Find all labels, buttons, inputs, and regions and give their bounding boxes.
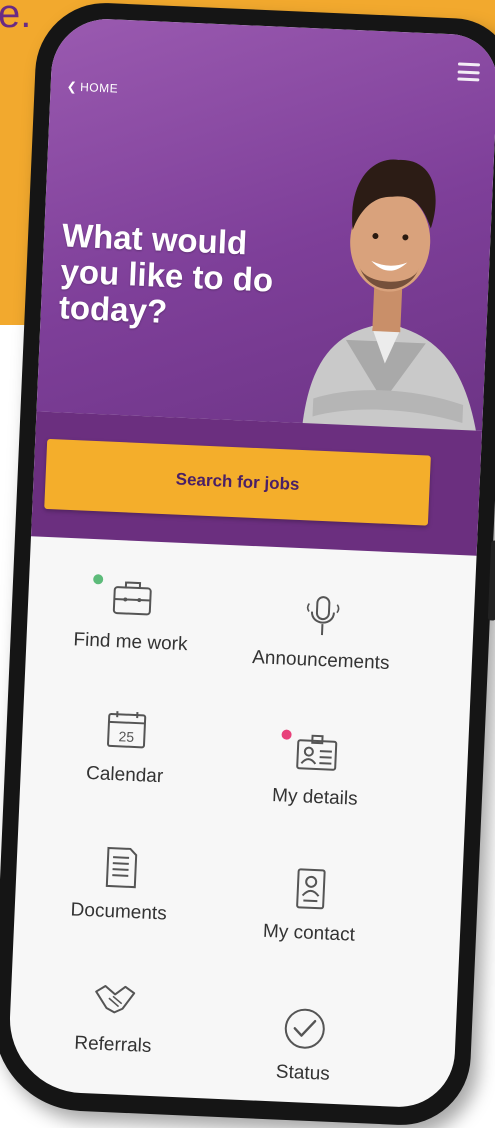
hamburger-menu-icon[interactable]: [457, 62, 480, 81]
calendar-day: 25: [118, 728, 134, 745]
chevron-left-icon: ❮: [66, 79, 77, 93]
phone-side-button: [488, 540, 495, 620]
tile-status[interactable]: Status: [212, 1003, 395, 1089]
tile-announcements[interactable]: Announcements: [230, 590, 413, 676]
home-back-link[interactable]: ❮ HOME: [66, 79, 118, 95]
app-screen: ❮ HOME What would you like to do today?: [7, 17, 495, 1109]
calendar-icon: 25: [104, 708, 150, 754]
person-photo: [282, 97, 495, 435]
home-link-label: HOME: [80, 80, 119, 96]
tile-find-me-work[interactable]: Find me work: [40, 572, 223, 658]
background-text: e.: [0, 0, 31, 37]
tile-label: Calendar: [86, 763, 164, 788]
contact-card-icon: [288, 866, 334, 912]
tile-label: Referrals: [74, 1033, 152, 1058]
tile-label: Announcements: [252, 647, 390, 675]
tile-label: Status: [275, 1061, 330, 1085]
hero-banner: ❮ HOME What would you like to do today?: [36, 17, 495, 431]
handshake-icon: [92, 977, 138, 1023]
tile-label: Find me work: [73, 629, 188, 656]
check-circle-icon: [282, 1006, 328, 1052]
microphone-icon: [300, 593, 346, 639]
tile-label: My contact: [263, 921, 356, 947]
tile-calendar[interactable]: 25 Calendar: [34, 705, 217, 791]
tile-documents[interactable]: Documents: [28, 842, 211, 928]
id-card-icon: [294, 730, 340, 776]
phone-frame: ❮ HOME What would you like to do today?: [0, 0, 495, 1128]
document-icon: [98, 845, 144, 891]
tile-label: Documents: [70, 899, 167, 925]
tile-label: My details: [272, 785, 358, 811]
tile-my-contact[interactable]: My contact: [219, 863, 402, 949]
tile-referrals[interactable]: Referrals: [22, 974, 205, 1060]
briefcase-icon: [109, 575, 155, 621]
status-dot: [93, 574, 103, 584]
hero-headline: What would you like to do today?: [58, 217, 297, 335]
tile-my-details[interactable]: My details: [224, 727, 407, 813]
feature-grid: Find me work Announcements: [7, 536, 477, 1109]
status-dot: [281, 729, 291, 739]
